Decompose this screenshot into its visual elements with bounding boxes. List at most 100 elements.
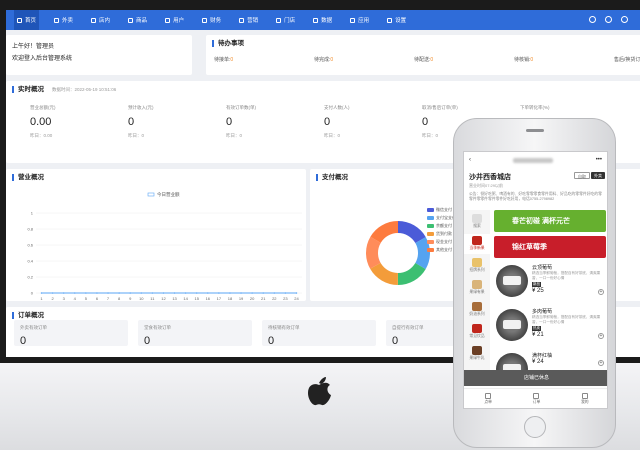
search-icon[interactable] [589,16,596,23]
nav-item-7[interactable]: 门店 [273,10,298,30]
x-tick-label: 19 [239,296,244,301]
metric-label: 下单转化率(%) [520,105,550,110]
category-icon [472,302,482,311]
category-item[interactable]: 招牌系列 [464,256,490,276]
category-icon [472,280,482,289]
todo-label: 待配送: [414,57,431,63]
data-point [51,292,54,294]
order-card: 外卖有效订单 0 [14,320,128,347]
product-tag: 热卖 [532,326,541,331]
nav-right-tools [589,16,628,23]
tab-icon [533,392,540,399]
bell-icon[interactable] [605,16,612,23]
nav-item-10[interactable]: 设置 [384,10,409,30]
nav-item-9[interactable]: 应用 [347,10,372,30]
metric-card: 支付人数(人) 0 昨日：0 [324,105,424,139]
x-tick-label: 3 [63,296,66,301]
phone-speaker [526,129,544,132]
more-icon[interactable]: ••• [596,157,602,163]
metric-label: 支付人数(人) [324,105,350,110]
data-point [229,292,231,294]
mini-app-bar: ‹ ••• [464,152,607,168]
nav-item-0[interactable]: 首页 [14,10,40,30]
data-point [284,292,287,294]
data-time: 数据时间：2022-05-19 10:51:06 [52,87,117,92]
nav-icon [313,17,319,23]
nav-item-8[interactable]: 数据 [310,10,335,30]
back-icon[interactable]: ‹ [469,157,471,163]
tab-1[interactable]: 订单 [533,392,540,405]
nav-icon [239,17,245,23]
tab-0[interactable]: 点单 [484,392,492,405]
data-point [107,292,109,294]
avatar[interactable] [621,16,628,23]
delivery-button[interactable]: 外卖 [591,172,605,179]
nav-label: 外卖 [62,18,74,24]
nav-label: 商品 [136,18,148,24]
product-desc: 精选当季鲜葡萄，搭配自有好茶底，清爽果香，一口一份好心情 [532,315,601,324]
category-item[interactable]: 奶油系列 [464,300,490,320]
promo-banner[interactable]: 春芒初碰 满杯元芒 [494,210,606,232]
welcome-text: 欢迎登入后台管理系统 [12,56,73,62]
legend-label: 今日营业额 [157,191,180,198]
payment-legend-item: 余额支付 [427,223,452,229]
greeting: 上午好！管理员 [12,44,55,50]
tab-label: 我的 [581,399,589,404]
y-tick-label: 0.2 [27,275,33,280]
category-label: 果绿有果 [469,290,485,294]
metric-card: 有效订单数(单) 0 昨日：0 [226,105,326,139]
nav-item-6[interactable]: 营销 [236,10,261,30]
todo-item[interactable]: 待接单:0 [214,56,233,63]
todo-item[interactable]: 待完成:0 [314,56,333,63]
data-point [273,292,276,294]
nav-label: 用户 [173,18,185,24]
order-label: 待核销有效订单 [268,325,300,330]
add-icon[interactable]: + [598,360,604,366]
todo-item[interactable]: 待配送:0 [414,56,433,63]
sales-overview-card: 营业概况 0 0.2 0.4 0.6 0.8 1 1 2 3 4 5 6 7 8 9 10 11 12 13 14 15… [6,169,306,301]
x-tick-label: 20 [250,296,255,301]
category-item[interactable]: 常见饮品 [464,322,490,342]
add-icon[interactable]: + [598,289,604,295]
data-point [62,292,65,294]
product-item[interactable]: 多肉葡萄 精选当季鲜葡萄，搭配自有好茶底，清爽果香，一口一份好心情 热卖 ¥ 21 + [494,307,606,351]
nav-item-3[interactable]: 商品 [125,10,150,30]
x-tick-label: 11 [150,296,155,301]
legend-swatch [427,216,434,220]
legend-swatch [427,240,434,244]
y-tick-label: 0 [31,291,34,296]
data-point [218,292,220,294]
category-label: 果绿牛乳 [469,356,485,360]
category-label: 招牌系列 [469,268,485,272]
home-button[interactable] [524,416,546,438]
realtime-title: 实时概况 [12,86,44,93]
nav-item-1[interactable]: 外卖 [51,10,76,30]
data-point [206,292,209,294]
category-item[interactable]: 当季新果 [464,234,490,254]
todo-item[interactable]: 售后/换货订单:0 [614,56,640,63]
add-icon[interactable]: + [598,333,604,339]
category-item[interactable]: 果绿有果 [464,278,490,298]
promo-banner[interactable]: 锦红草莓季 [494,236,606,258]
todo-item[interactable]: 待核销:0 [514,56,533,63]
legend-swatch [427,224,434,228]
product-price: ¥ 24 [532,359,544,365]
category-item[interactable]: 果绿牛乳 [464,344,490,364]
legend-label: 现金支付 [436,239,452,244]
nav-item-5[interactable]: 财务 [199,10,224,30]
product-desc: 精选当季鲜葡萄，搭配自有好茶底，清爽果香，一口一份好心情 [532,271,601,280]
sales-line-chart: 00.20.40.60.811 2 3 4 5 6 7 8 9 10 11 12 13 14 15 16 17 1… [27,191,302,301]
nav-icon [91,17,97,23]
product-item[interactable]: 云顶葡萄 精选当季鲜葡萄，搭配自有好茶底，清爽果香，一口一份好心情 新品 ¥ 25 + [494,263,606,307]
metric-label: 预计收入(元) [128,105,154,110]
category-item[interactable]: 搜索 [464,212,490,232]
x-tick-label: 13 [172,296,177,301]
x-tick-label: 4 [74,296,77,301]
pickup-button[interactable]: 自取 [574,172,590,179]
data-point [151,292,154,294]
nav-item-4[interactable]: 用户 [162,10,187,30]
category-label: 搜索 [473,224,481,228]
tab-2[interactable]: 我的 [581,392,589,405]
nav-item-2[interactable]: 店内 [88,10,113,30]
phone-mockup: ‹ ••• 沙井西香城店 自取 外卖 营业时间07:29以前 公告：餐好吃粥、啤… [453,118,616,448]
